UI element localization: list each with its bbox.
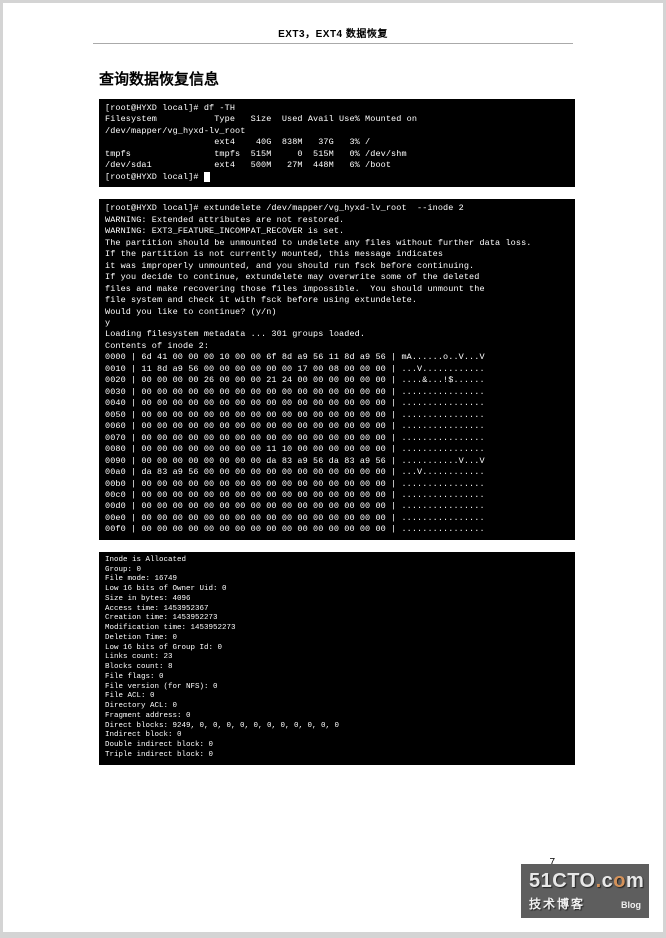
terminal-block-2: [root@HYXD local]# extundelete /dev/mapp…: [99, 199, 575, 540]
terminal-block-3: Inode is Allocated Group: 0 File mode: 1…: [99, 552, 575, 765]
content-area: 查询数据恢复信息 [root@HYXD local]# df -TH Files…: [3, 44, 663, 765]
document-page: EXT3，EXT4 数据恢复 查询数据恢复信息 [root@HYXD local…: [3, 3, 663, 932]
terminal-text-1: [root@HYXD local]# df -TH Filesystem Typ…: [105, 103, 417, 182]
watermark-blog: Blog: [621, 900, 641, 910]
section-title: 查询数据恢复信息: [99, 68, 575, 89]
cursor-icon: [204, 172, 210, 182]
watermark-logo: 51CTO.com: [529, 870, 641, 893]
watermark-sub: 技术博客 Blog: [529, 895, 641, 912]
terminal-text-3: Inode is Allocated Group: 0 File mode: 1…: [105, 556, 339, 759]
page-header: EXT3，EXT4 数据恢复: [3, 25, 663, 40]
watermark: 51CTO.com 技术博客 Blog: [521, 864, 649, 918]
terminal-text-2: [root@HYXD local]# extundelete /dev/mapp…: [105, 203, 531, 534]
terminal-block-1: [root@HYXD local]# df -TH Filesystem Typ…: [99, 99, 575, 187]
watermark-cn: 技术博客: [529, 895, 585, 912]
